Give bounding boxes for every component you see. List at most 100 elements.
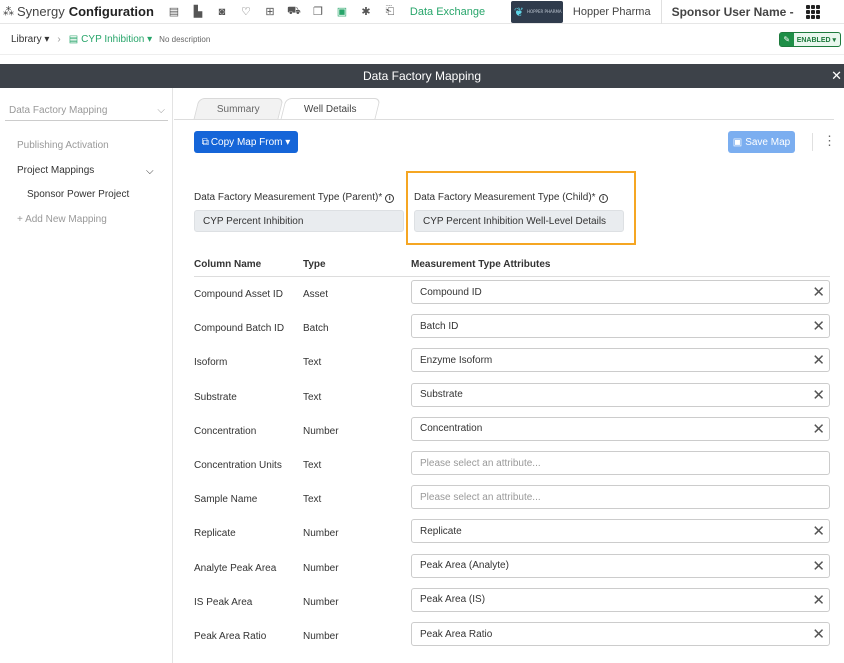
sidebar-select[interactable]: Data Factory Mapping ⌵ [5, 101, 168, 121]
row-type: Text [303, 357, 322, 369]
column-name-header: Column Name [194, 259, 262, 270]
app-name: Synergy [17, 4, 65, 19]
row-column-name: Concentration Units [194, 460, 282, 471]
document-icon: ▤ [68, 34, 79, 45]
row-column-name: Isoform [194, 357, 228, 369]
row-column-name: Analyte Peak Area [194, 562, 277, 574]
chevron-right-icon: › [57, 34, 61, 45]
attribute-select[interactable]: Enzyme Isoform ✕ [411, 348, 830, 373]
attribute-select[interactable]: Compound ID ✕ [411, 280, 830, 304]
modal-title: Data Factory Mapping [362, 69, 482, 83]
row-column-name: Replicate [194, 528, 236, 540]
company-logo: ❦ HOPPER PHARMA [510, 0, 563, 23]
row-column-name: Peak Area Ratio [194, 631, 267, 642]
top-navbar: ⁂ Synergy Configuration ▤ ▙ ◙ ♡ ⊞ ⛟ ❐ ▣ … [0, 0, 844, 24]
breadcrumb-current[interactable]: CYP Inhibition ▾ [81, 34, 152, 45]
copy-map-from-button[interactable]: ⧉ Copy Map From ▾ [194, 131, 298, 153]
row-column-name: Concentration [194, 425, 257, 437]
child-type-label: Data Factory Measurement Type (Child)* i [414, 192, 608, 203]
clear-icon[interactable]: ✕ [812, 386, 825, 404]
sidebar: Data Factory Mapping ⌵ Publishing Activa… [0, 88, 173, 663]
clear-icon[interactable]: ✕ [812, 557, 825, 575]
save-icon: ▣ [732, 136, 743, 148]
breadcrumb-library[interactable]: Library ▾ [11, 34, 49, 45]
files-icon[interactable]: ❐ [308, 0, 328, 24]
attribute-select[interactable]: Please select an attribute... [411, 485, 830, 510]
clear-icon[interactable]: ✕ [812, 522, 825, 540]
section-name: Configuration [68, 4, 154, 19]
info-icon[interactable]: i [385, 194, 395, 203]
clear-icon[interactable]: ✕ [812, 420, 825, 438]
row-type: Text [303, 391, 322, 403]
data-exchange-link[interactable]: Data Exchange [410, 6, 510, 18]
table-icon[interactable]: ⊞ [260, 0, 280, 24]
main-content: Summary Well Details ⧉ Copy Map From ▾ ▣… [174, 88, 844, 663]
attribute-select[interactable]: Peak Area Ratio ✕ [411, 622, 830, 646]
modal-titlebar: Data Factory Mapping ✕ [0, 64, 844, 88]
chevron-down-icon: ⌵ [157, 105, 165, 116]
copy-icon: ⧉ [201, 136, 209, 148]
tab-list: Summary Well Details [193, 98, 381, 120]
child-label-text: Data Factory Measurement Type (Child)* [414, 192, 596, 203]
row-type: Asset [303, 289, 329, 300]
clear-icon[interactable]: ✕ [812, 591, 825, 609]
row-type: Batch [303, 323, 329, 335]
clear-icon[interactable]: ✕ [812, 351, 825, 369]
clear-icon[interactable]: ✕ [812, 625, 825, 643]
apps-grid-icon[interactable] [805, 4, 820, 19]
save-map-button[interactable]: ▣ Save Map [728, 131, 795, 153]
attribute-select[interactable]: Peak Area (Analyte) ✕ [411, 553, 830, 578]
brand[interactable]: ⁂ Synergy Configuration [0, 0, 154, 24]
clear-icon[interactable]: ✕ [812, 283, 825, 301]
parent-label-text: Data Factory Measurement Type (Parent)* [194, 192, 383, 203]
row-column-name: Compound Batch ID [194, 323, 285, 335]
report-icon[interactable]: ▤ [164, 0, 184, 24]
save-map-label: Save Map [745, 136, 791, 148]
gear-icon[interactable]: ✱ [356, 0, 376, 24]
row-type: Text [303, 460, 322, 471]
camera-icon[interactable]: ◙ [212, 0, 232, 24]
lightbulb-icon[interactable]: ♡ [236, 0, 256, 24]
row-column-name: Compound Asset ID [194, 289, 283, 300]
breadcrumb-description: No description [159, 35, 211, 44]
attribute-select[interactable]: Substrate ✕ [411, 382, 830, 407]
info-icon[interactable]: i [598, 194, 608, 203]
company-name: Hopper Pharma [573, 0, 662, 24]
attribute-select[interactable]: Peak Area (IS) ✕ [411, 587, 830, 612]
user-menu[interactable]: Sponsor User Name - [672, 5, 794, 19]
status-label: ENABLED ▾ [796, 36, 836, 44]
more-options-icon[interactable]: ⋮ [812, 133, 836, 151]
tab-label: Summary [216, 104, 260, 115]
chevron-down-icon[interactable]: ⌵ [146, 166, 154, 177]
attribute-select[interactable]: Please select an attribute... [411, 451, 830, 475]
clear-icon[interactable]: ✕ [812, 317, 825, 335]
sidebar-item-project[interactable]: Sponsor Power Project [27, 189, 129, 200]
sidebar-item-publishing[interactable]: Publishing Activation [17, 140, 109, 151]
attribute-value: Enzyme Isoform [420, 354, 493, 366]
attribute-value: Peak Area (IS) [420, 594, 486, 606]
vehicle-icon[interactable]: ⛟ [284, 0, 304, 24]
building-icon[interactable]: ▙ [188, 0, 208, 24]
attribute-select[interactable]: Concentration ✕ [411, 416, 830, 441]
add-new-mapping-link[interactable]: + Add New Mapping [17, 214, 107, 225]
document-icon[interactable]: ▣ [332, 0, 352, 24]
tab-divider [174, 119, 834, 120]
status-badge[interactable]: ✎ ENABLED ▾ [778, 32, 841, 47]
parent-type-value: CYP Percent Inhibition [203, 215, 304, 227]
export-icon[interactable]: ⎗ [380, 0, 400, 24]
tab-well-details[interactable]: Well Details [280, 98, 381, 120]
sidebar-select-value: Data Factory Mapping [9, 105, 108, 116]
highlight-box [406, 171, 636, 245]
sidebar-item-project-mappings[interactable]: Project Mappings [17, 165, 94, 176]
attribute-select[interactable]: Batch ID ✕ [411, 314, 830, 339]
parent-type-label: Data Factory Measurement Type (Parent)* i [194, 192, 395, 203]
attribute-placeholder: Please select an attribute... [420, 457, 541, 469]
close-icon[interactable]: ✕ [831, 68, 842, 84]
child-type-field: CYP Percent Inhibition Well-Level Detail… [414, 210, 624, 232]
attribute-value: Compound ID [420, 286, 482, 298]
tab-summary[interactable]: Summary [193, 98, 284, 120]
breadcrumb: Library ▾ › ▤ CYP Inhibition ▾ No descri… [0, 25, 844, 55]
attribute-select[interactable]: Replicate ✕ [411, 519, 830, 544]
attribute-value: Substrate [420, 389, 463, 401]
attribute-value: Peak Area (Analyte) [420, 560, 509, 572]
